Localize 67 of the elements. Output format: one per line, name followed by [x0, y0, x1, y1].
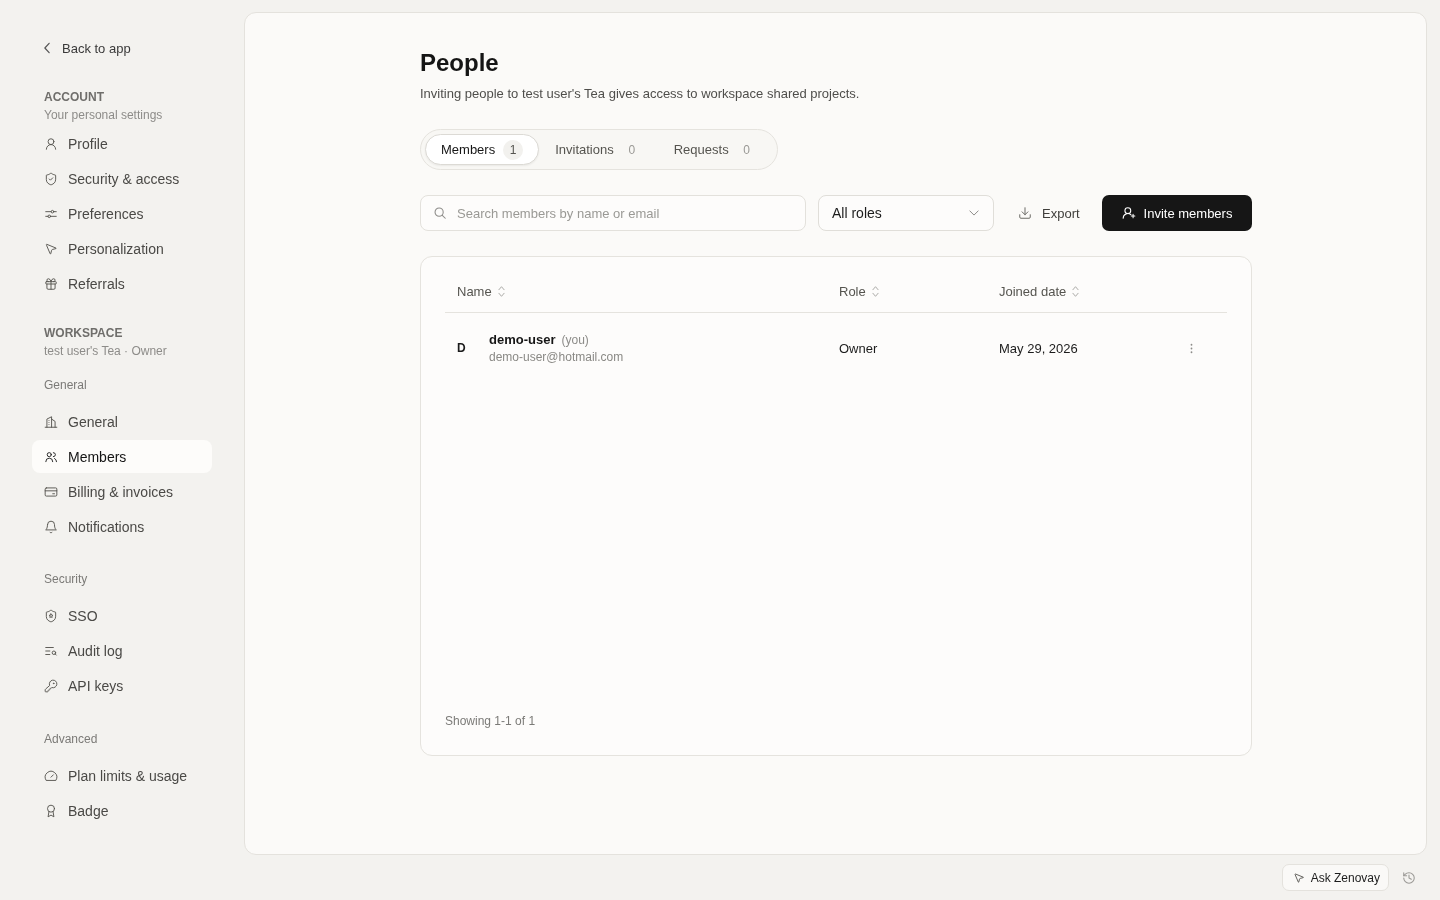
nav-item[interactable]: Notifications [32, 510, 212, 543]
chevron-left-icon [43, 42, 51, 54]
member-email: demo-user@hotmail.com [489, 350, 624, 364]
section-subtitle: test user's Tea · Owner [43, 343, 168, 360]
tab[interactable]: Invitations 0 [539, 134, 658, 165]
download-icon [1018, 206, 1032, 220]
key-icon [44, 679, 58, 693]
pagination-summary: Showing 1-1 of 1 [445, 714, 536, 728]
sort-icon [1072, 284, 1080, 298]
group-label: General [43, 376, 88, 394]
nav-item[interactable]: Billing & invoices [32, 475, 212, 508]
nav-item[interactable]: Security & access [32, 162, 212, 196]
nav-item[interactable]: Plan limits & usage [32, 759, 212, 792]
sort-icon [497, 284, 505, 298]
building-icon [44, 414, 58, 429]
search-icon [433, 206, 447, 220]
tab[interactable]: Requests 0 [657, 134, 773, 165]
role-filter-dropdown[interactable]: All roles [818, 195, 994, 231]
user-plus-icon [1121, 206, 1136, 220]
credit-card-icon [44, 484, 58, 499]
section-subtitle: Your personal settings [43, 106, 164, 124]
section-heading: WORKSPACE [43, 325, 124, 342]
nav-item[interactable]: Profile [32, 127, 212, 161]
cursor-icon [44, 242, 58, 256]
nav-item[interactable]: Members [32, 440, 212, 473]
search-field[interactable]: Search members by name or email [420, 195, 806, 231]
group-label: Security [43, 571, 89, 588]
history-icon[interactable] [1402, 870, 1416, 885]
list-search-icon [44, 644, 58, 658]
nav-item[interactable]: SSO [32, 599, 212, 633]
group-label: Advanced [43, 730, 99, 748]
back-link[interactable]: Back to app [32, 36, 131, 60]
column-header[interactable]: Name [457, 283, 505, 299]
more-options-icon[interactable] [1190, 342, 1193, 354]
nav-item[interactable]: Badge [32, 794, 212, 827]
gift-icon [44, 277, 58, 291]
ask-assistant-button[interactable]: Ask Zenovay [1281, 864, 1389, 891]
joined-date-cell: May 29, 2026 [999, 341, 1078, 356]
avatar-initial: D [457, 341, 465, 355]
nav-item[interactable]: API keys [32, 669, 212, 703]
shield-check-icon [44, 172, 58, 186]
award-icon [44, 803, 58, 818]
nav-item[interactable]: General [32, 405, 212, 438]
section-heading: ACCOUNT [43, 88, 105, 106]
bell-icon [44, 519, 58, 534]
page-title: People [420, 48, 500, 78]
sort-icon [871, 284, 879, 298]
nav-item[interactable]: Preferences [32, 197, 212, 231]
nav-item[interactable]: Audit log [32, 634, 212, 668]
tab[interactable]: Members 1 [425, 134, 540, 165]
invite-members-button[interactable]: Invite members [1102, 195, 1252, 231]
column-header[interactable]: Role [839, 283, 879, 299]
user-icon [44, 137, 58, 151]
role-cell: Owner [839, 341, 878, 356]
member-name: demo-user [489, 332, 556, 347]
chevron-down-icon [969, 210, 979, 216]
page-subtitle: Inviting people to test user's Tea gives access to workspace shared projects. [420, 85, 861, 103]
sliders-icon [44, 207, 58, 221]
users-icon [44, 449, 58, 464]
column-header[interactable]: Joined date [999, 283, 1080, 299]
export-button[interactable]: Export [1006, 195, 1092, 231]
cursor-icon [1292, 871, 1305, 884]
gauge-icon [44, 768, 58, 783]
you-label: (you) [561, 333, 589, 347]
nav-item[interactable]: Personalization [32, 232, 212, 266]
shield-star-icon [44, 609, 58, 623]
nav-item[interactable]: Referrals [32, 267, 212, 301]
